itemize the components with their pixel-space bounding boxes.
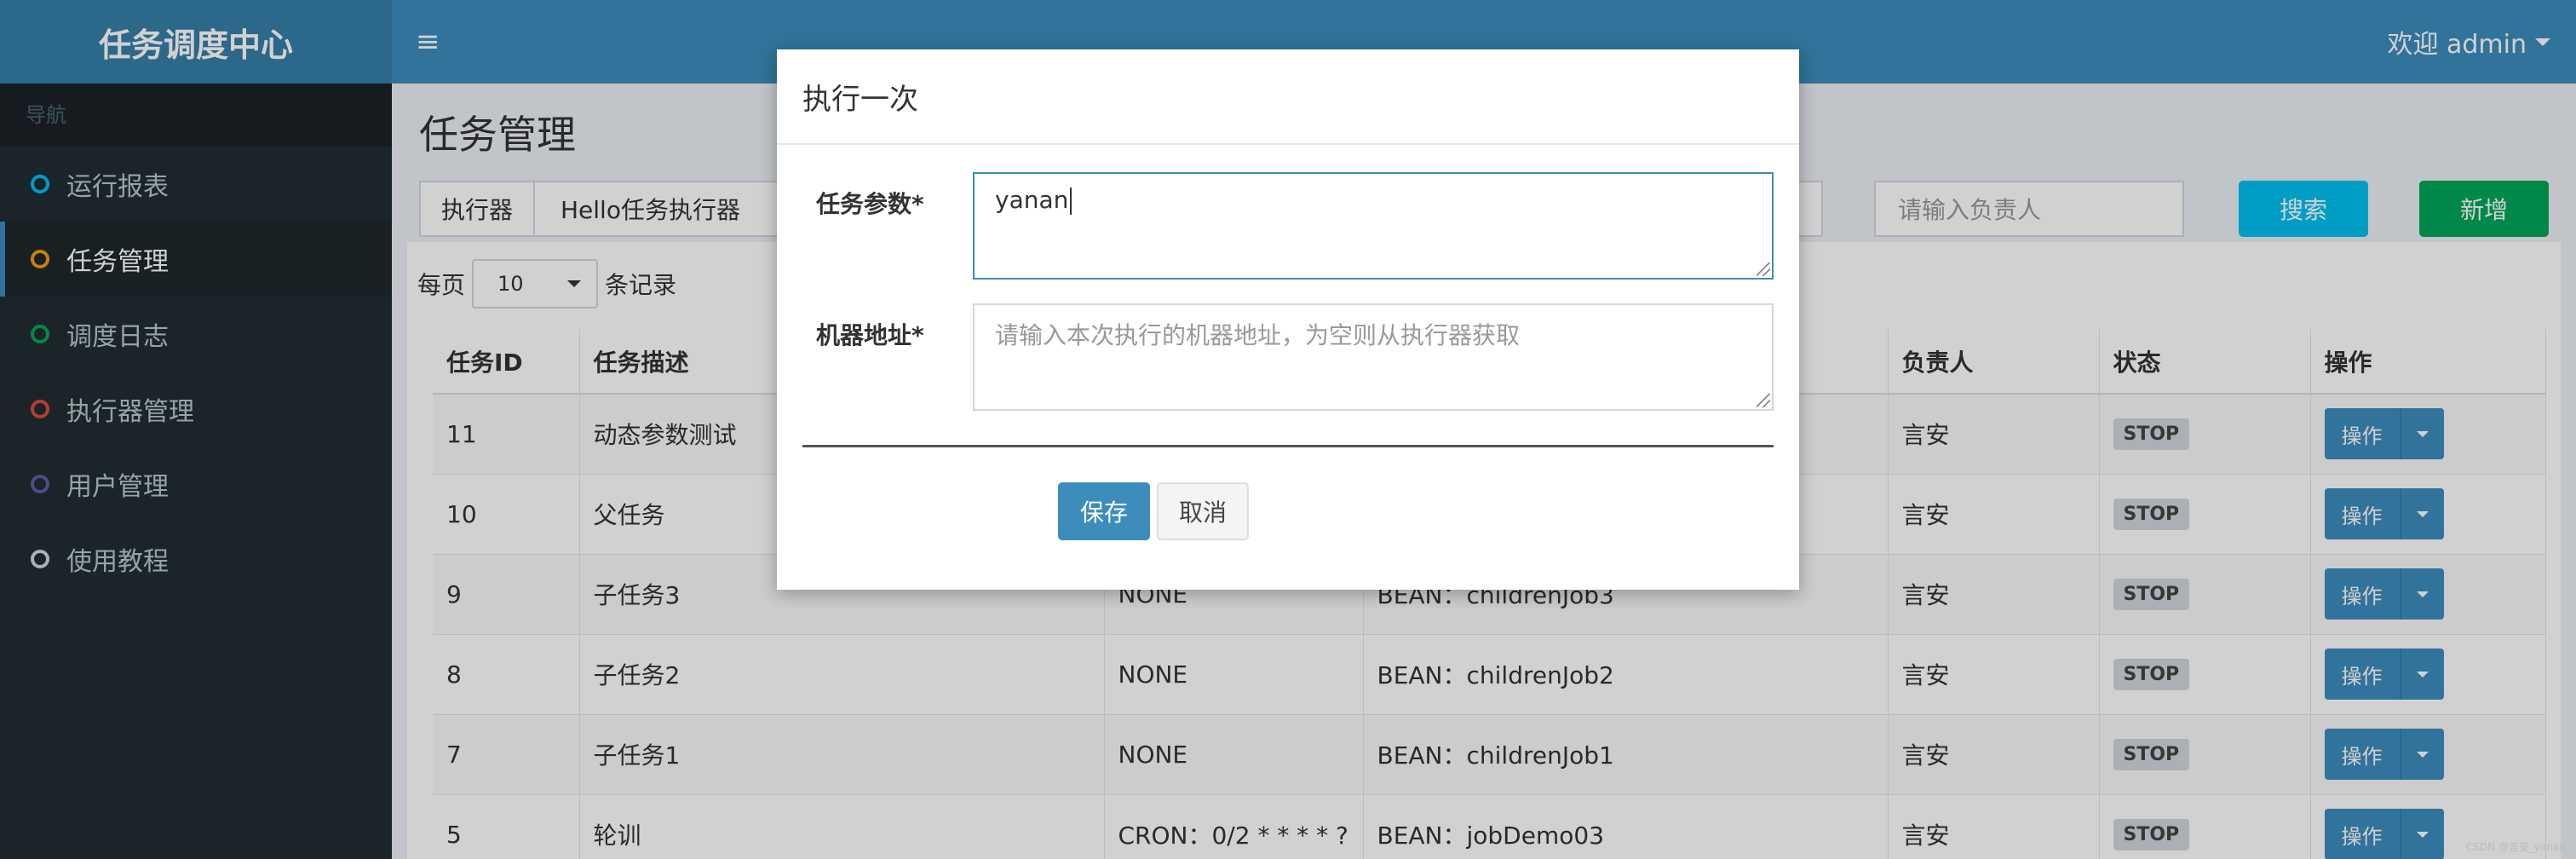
resize-handle-icon[interactable] <box>1757 394 1770 407</box>
resize-handle-icon[interactable] <box>1757 262 1770 276</box>
address-placeholder: 请输入本次执行的机器地址，为空则从执行器获取 <box>995 321 1521 349</box>
modal-divider <box>802 445 1774 447</box>
param-value: yanan <box>995 186 1069 214</box>
watermark: CSDN @言安_yanan <box>2465 841 2566 853</box>
param-textarea[interactable]: yanan <box>973 172 1774 280</box>
cancel-button[interactable]: 取消 <box>1157 482 1249 540</box>
save-button[interactable]: 保存 <box>1058 482 1150 540</box>
dialog-title: 执行一次 <box>777 49 1799 145</box>
param-label: 任务参数* <box>816 190 924 218</box>
text-cursor <box>1070 187 1072 215</box>
trigger-once-dialog: 执行一次 任务参数* yanan 机器地址* 请输入本次执行的机器地址，为空则从… <box>777 49 1799 590</box>
address-label: 机器地址* <box>816 321 924 349</box>
address-textarea[interactable]: 请输入本次执行的机器地址，为空则从执行器获取 <box>973 303 1774 411</box>
